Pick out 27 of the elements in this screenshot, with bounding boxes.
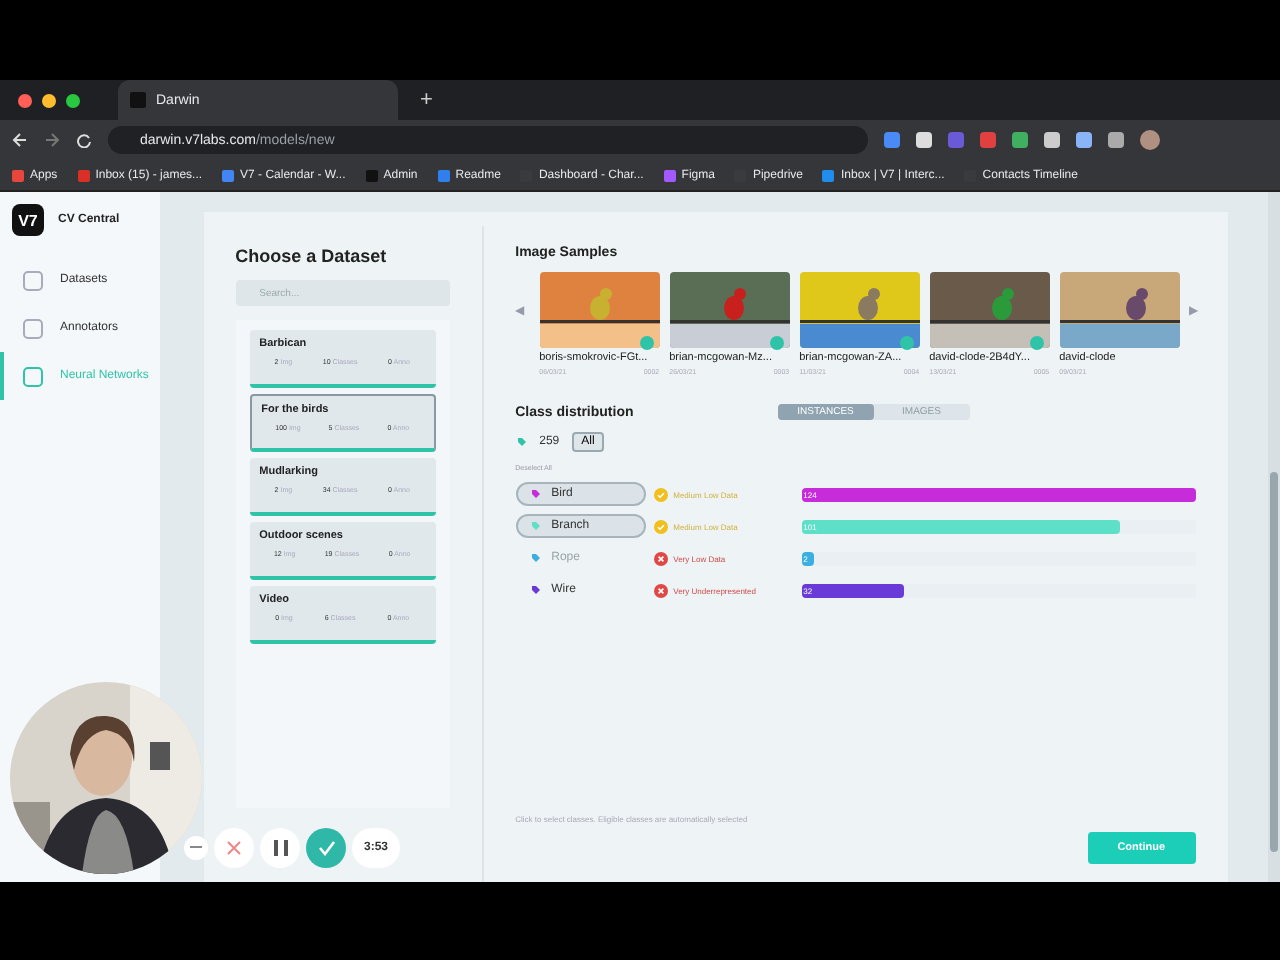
error-icon [653,583,668,597]
panel-title: Choose a Dataset [235,246,389,266]
pause-icon [273,840,287,856]
close-window-button[interactable] [18,93,32,107]
error-icon [653,551,668,565]
new-tab-button[interactable]: + [420,88,433,112]
avatar-icon[interactable] [1140,130,1160,150]
minus-icon [190,846,202,850]
close-icon [226,840,242,856]
reload-icon[interactable] [76,132,92,148]
back-icon[interactable] [12,132,28,148]
logo: V7 [12,204,44,236]
tag-icon [515,436,528,448]
warning-icon [653,519,668,533]
tag-icon [529,584,542,596]
scrollbar-thumb[interactable] [1269,472,1278,852]
square-icon [22,365,44,387]
warning-icon [653,487,668,501]
square-icon [22,269,44,291]
zoom-window-button[interactable] [66,93,80,107]
tag-icon [529,520,542,532]
tag-icon [529,488,542,500]
square-icon [22,317,44,339]
forward-icon[interactable] [44,132,60,148]
minimize-window-button[interactable] [42,93,56,107]
tag-icon [529,552,542,564]
v7-icon [130,92,146,108]
